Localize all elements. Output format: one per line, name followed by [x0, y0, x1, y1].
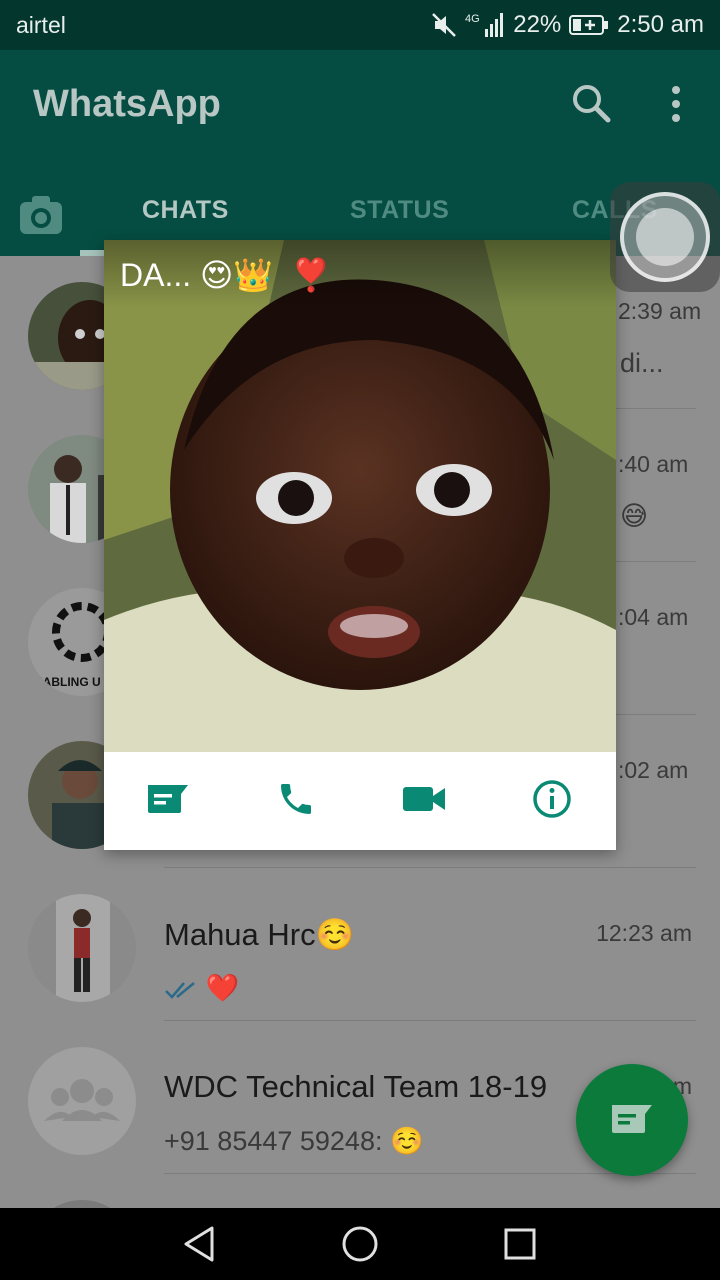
chat-time: :02 am — [618, 757, 689, 783]
chat-message: +91 85447 59248: ☺️ — [164, 1126, 424, 1156]
chat-message: di... — [620, 348, 664, 378]
chat-message: 😅 — [620, 501, 649, 531]
group-avatar[interactable] — [28, 1047, 136, 1155]
new-chat-icon — [609, 1102, 655, 1141]
navigation-bar — [0, 1208, 720, 1280]
message-icon — [145, 782, 191, 821]
heart-emoji: ❣️ — [282, 257, 331, 293]
popup-actions — [104, 752, 616, 850]
popup-contact-name: DA... 😍👑 ❣️ — [120, 256, 331, 294]
profile-popup: DA... 😍👑 ❣️ — [104, 240, 616, 850]
avatar[interactable] — [28, 894, 136, 1002]
call-icon — [276, 779, 316, 824]
avatar[interactable] — [28, 1200, 136, 1208]
video-call-button[interactable] — [360, 752, 488, 850]
app-title: WhatsApp — [33, 83, 221, 125]
double-tick-icon — [164, 973, 206, 1003]
chat-time: 2:39 am — [618, 298, 702, 324]
battery-percent: 22% — [513, 11, 562, 38]
call-button[interactable] — [232, 752, 360, 850]
video-call-icon — [402, 784, 446, 819]
crown-emoji: 👑 — [233, 257, 274, 293]
chat-message: ❤️ — [164, 972, 239, 1004]
clock: 2:50 am — [617, 11, 704, 38]
heart-eyes-emoji: 😍 — [200, 257, 234, 293]
popup-name-bar: DA... 😍👑 ❣️ — [104, 240, 616, 308]
recents-icon[interactable] — [498, 1222, 542, 1266]
chat-time: :40 am — [618, 451, 689, 477]
search-icon[interactable] — [568, 80, 616, 128]
message-button[interactable] — [104, 752, 232, 850]
message-text: ❤️ — [205, 973, 240, 1003]
back-icon[interactable] — [178, 1222, 222, 1266]
mute-icon — [431, 12, 457, 38]
camera-icon[interactable] — [14, 190, 68, 240]
battery-icon — [569, 14, 609, 36]
chat-row[interactable]: Mahua Hrc☺️ 12:23 am ❤️ — [0, 868, 720, 1021]
home-icon[interactable] — [338, 1222, 382, 1266]
info-button[interactable] — [488, 752, 616, 850]
contact-name-text: DA... — [120, 257, 192, 293]
profile-photo[interactable]: DA... 😍👑 ❣️ — [104, 240, 616, 752]
chat-time: :04 am — [618, 604, 689, 630]
info-icon — [532, 779, 572, 824]
status-bar: airtel 4G 22% 2:50 am — [0, 0, 720, 50]
avatar-text: NABLING U — [34, 675, 101, 689]
tab-status[interactable]: STATUS — [350, 196, 449, 225]
carrier-label: airtel — [16, 12, 66, 38]
chat-time: 12:23 am — [596, 920, 692, 946]
new-chat-button[interactable] — [576, 1064, 688, 1176]
chat-row[interactable] — [0, 1174, 720, 1208]
more-options-icon[interactable] — [660, 80, 692, 128]
chat-name: Mahua Hrc☺️ — [164, 917, 355, 952]
assistive-dot — [636, 208, 694, 266]
network-label: 4G — [465, 13, 480, 25]
signal-icon: 4G — [465, 11, 505, 39]
chat-name: WDC Technical Team 18-19 — [164, 1069, 548, 1104]
tab-chats[interactable]: CHATS — [142, 196, 229, 225]
assistive-touch-button[interactable] — [610, 182, 720, 292]
